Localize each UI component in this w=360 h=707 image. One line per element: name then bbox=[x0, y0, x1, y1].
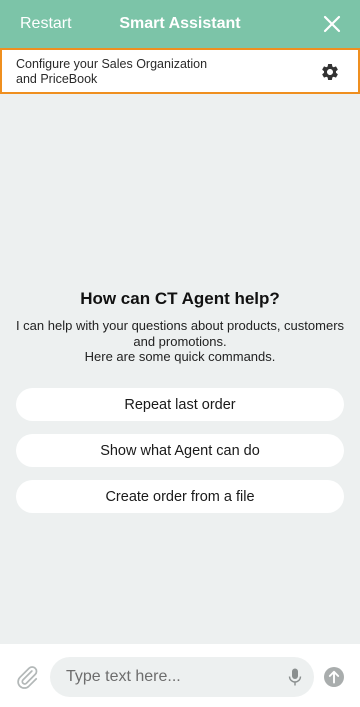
message-input-wrapper bbox=[50, 657, 314, 697]
quick-command-create-order-from-file[interactable]: Create order from a file bbox=[16, 480, 344, 513]
composer-bar bbox=[0, 644, 360, 707]
message-input[interactable] bbox=[66, 657, 276, 697]
send-arrow-icon[interactable] bbox=[323, 666, 345, 688]
gear-icon[interactable] bbox=[320, 62, 340, 82]
restart-button[interactable]: Restart bbox=[20, 0, 72, 48]
welcome-desc-line1: I can help with your questions about pro… bbox=[15, 318, 345, 333]
configure-sales-org-bar[interactable]: Configure your Sales Organization and Pr… bbox=[0, 48, 360, 94]
welcome-desc-line2: and promotions. bbox=[133, 333, 227, 349]
welcome-desc-line3: Here are some quick commands. bbox=[84, 349, 276, 364]
configure-text: Configure your Sales Organization and Pr… bbox=[16, 57, 256, 86]
welcome-title: How can CT Agent help? bbox=[80, 289, 280, 308]
configure-text-line2: and PriceBook bbox=[16, 71, 98, 86]
configure-text-line1: Configure your Sales Organization bbox=[16, 57, 208, 71]
paperclip-icon[interactable] bbox=[14, 664, 40, 690]
microphone-icon[interactable] bbox=[288, 668, 302, 686]
quick-command-repeat-last-order[interactable]: Repeat last order bbox=[16, 388, 344, 421]
close-icon[interactable] bbox=[322, 14, 342, 34]
quick-command-show-agent-capabilities[interactable]: Show what Agent can do bbox=[16, 434, 344, 467]
welcome-description: I can help with your questions about pro… bbox=[10, 318, 350, 365]
header-bar: Restart Smart Assistant bbox=[0, 0, 360, 48]
chat-area: How can CT Agent help? I can help with y… bbox=[0, 94, 360, 644]
